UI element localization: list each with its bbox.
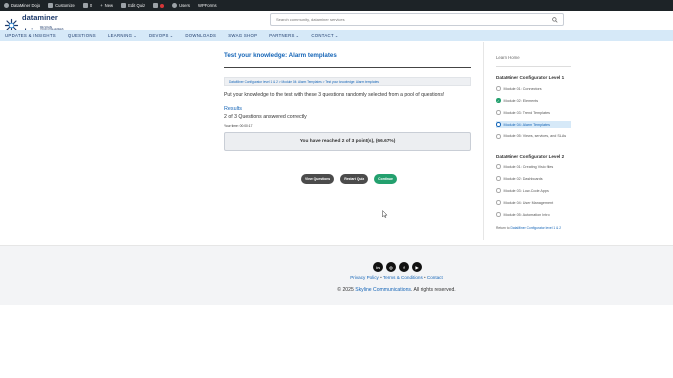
adminbar-site[interactable]: DataMiner Dojo: [0, 0, 44, 11]
site-header: dataminer dojoWE SOLVEYOUR CHALLENGES: [0, 11, 673, 35]
nav-downloads[interactable]: Downloads: [179, 33, 222, 38]
sidebar-item-l2-module-02[interactable]: Module 02: Dashboards: [496, 175, 571, 182]
sidebar-divider: [496, 66, 571, 67]
sidebar-item-l2-module-04[interactable]: Module 04: User Management: [496, 199, 571, 206]
view-questions-button[interactable]: View Questions: [301, 174, 335, 184]
continue-button[interactable]: Continue: [374, 174, 397, 184]
incomplete-circle-icon: [496, 122, 501, 127]
plus-icon: +: [100, 3, 103, 8]
contact-link[interactable]: Contact: [427, 275, 443, 280]
incomplete-circle-icon: [496, 176, 501, 181]
incomplete-circle-icon: [496, 188, 501, 193]
level2-title: DataMiner Configurator Level 2: [496, 154, 565, 159]
course-sidebar: Learn Home DataMiner Configurator Level …: [483, 42, 673, 240]
points-reached-box: You have reached 2 of 3 point(s), (66.67…: [224, 132, 471, 151]
site-footer: in ◎ f ▶ Privacy Policy • Terms & Condit…: [0, 245, 673, 305]
sidebar-item-module-03[interactable]: Module 03: Trend Templates: [496, 109, 571, 116]
sidebar-item-module-02[interactable]: ✓ Module 02: Elements: [496, 97, 571, 104]
sidebar-item-module-04[interactable]: Module 04: Alarm Templates: [496, 121, 571, 128]
results-heading: Results: [224, 106, 242, 112]
nav-contact[interactable]: Contact ⌄: [305, 33, 344, 38]
footer-links: Privacy Policy • Terms & Conditions • Co…: [350, 275, 443, 280]
adminbar-wpforms[interactable]: WPForms: [194, 0, 221, 11]
sidebar-item-l2-module-05[interactable]: Module 05: Automation Intro: [496, 211, 571, 218]
adminbar-new[interactable]: + New: [96, 0, 117, 11]
chevron-down-icon: ⌄: [334, 33, 339, 38]
youtube-icon[interactable]: ▶: [412, 262, 422, 272]
incomplete-circle-icon: [496, 164, 501, 169]
sidebar-item-module-01[interactable]: Module 01: Connectors: [496, 85, 571, 92]
copyright: © 2025 Skyline Communications. All right…: [337, 287, 456, 293]
title-divider: [224, 67, 471, 68]
main-nav: Updates & Insights Questions Learning ⌄ D…: [0, 30, 673, 41]
wp-admin-bar: DataMiner Dojo Customize 0 + New Edit Qui…: [0, 0, 673, 11]
chevron-down-icon: ⌄: [169, 33, 174, 38]
nav-updates-insights[interactable]: Updates & Insights: [0, 33, 62, 38]
score-text: 2 of 3 Questions answered correctly: [224, 114, 307, 120]
adminbar-edit-quiz[interactable]: Edit Quiz: [117, 0, 149, 11]
grid-icon: [153, 3, 159, 8]
pencil-icon: [121, 3, 127, 8]
adminbar-misc[interactable]: [149, 0, 168, 11]
incomplete-circle-icon: [496, 200, 501, 205]
nav-learning[interactable]: Learning ⌄: [102, 33, 143, 38]
nav-devops[interactable]: DevOps ⌄: [143, 33, 179, 38]
instagram-icon[interactable]: ◎: [386, 262, 396, 272]
page: DataMiner Dojo Customize 0 + New Edit Qui…: [0, 0, 673, 378]
incomplete-circle-icon: [496, 110, 501, 115]
incomplete-circle-icon: [496, 134, 501, 139]
terms-link[interactable]: Terms & Conditions: [383, 275, 423, 280]
facebook-icon[interactable]: f: [399, 262, 409, 272]
nav-swag-shop[interactable]: Swag Shop: [222, 33, 263, 38]
incomplete-circle-icon: [496, 212, 501, 217]
mouse-cursor-icon: [382, 210, 388, 218]
level1-title: DataMiner Configurator Level 1: [496, 75, 565, 80]
time-text: Your time: 00:00:17: [224, 124, 253, 128]
brush-icon: [48, 3, 54, 8]
learn-home-link[interactable]: Learn Home: [496, 55, 520, 60]
return-to-course: Return to DataMiner Configurator level 1…: [496, 226, 562, 230]
chevron-down-icon: ⌄: [295, 33, 300, 38]
sidebar-item-l2-module-03[interactable]: Module 03: Low-Code Apps: [496, 187, 571, 194]
search-icon[interactable]: [552, 16, 558, 23]
page-title: Test your knowledge: Alarm templates: [224, 52, 337, 59]
search-box[interactable]: [270, 13, 564, 26]
breadcrumb[interactable]: DataMiner Configurator level 1 & 2 > Mod…: [224, 77, 471, 86]
restart-quiz-button[interactable]: Restart Quiz: [340, 174, 369, 184]
quiz-results: Test your knowledge: Alarm templates Dat…: [224, 52, 472, 184]
search-input[interactable]: [276, 17, 553, 22]
adminbar-customize[interactable]: Customize: [44, 0, 79, 11]
privacy-policy-link[interactable]: Privacy Policy: [350, 275, 379, 280]
incomplete-circle-icon: [496, 86, 501, 91]
chevron-down-icon: ⌄: [133, 33, 137, 38]
adminbar-comments[interactable]: 0: [79, 0, 96, 11]
quiz-actions: View Questions Restart Quiz Continue: [301, 174, 397, 184]
social-links: in ◎ f ▶: [373, 262, 422, 272]
return-course-link[interactable]: DataMiner Configurator level 1 & 2: [510, 226, 561, 230]
adminbar-users[interactable]: Users: [168, 0, 194, 11]
company-link[interactable]: Skyline Communications: [355, 287, 411, 293]
sidebar-item-l2-module-01[interactable]: Module 01: Creating Visio files: [496, 163, 571, 170]
notification-dot-icon: [160, 3, 165, 8]
nav-partners[interactable]: Partners ⌄: [263, 33, 305, 38]
sidebar-item-module-05[interactable]: Module 05: Views, services, and SLAs: [496, 134, 571, 145]
check-circle-icon: ✓: [496, 98, 501, 103]
comment-icon: [82, 3, 88, 8]
home-icon: [4, 3, 9, 8]
quiz-intro: Put your knowledge to the test with thes…: [224, 92, 445, 98]
users-icon: [172, 3, 178, 8]
nav-questions[interactable]: Questions: [62, 33, 102, 38]
linkedin-icon[interactable]: in: [373, 262, 383, 272]
